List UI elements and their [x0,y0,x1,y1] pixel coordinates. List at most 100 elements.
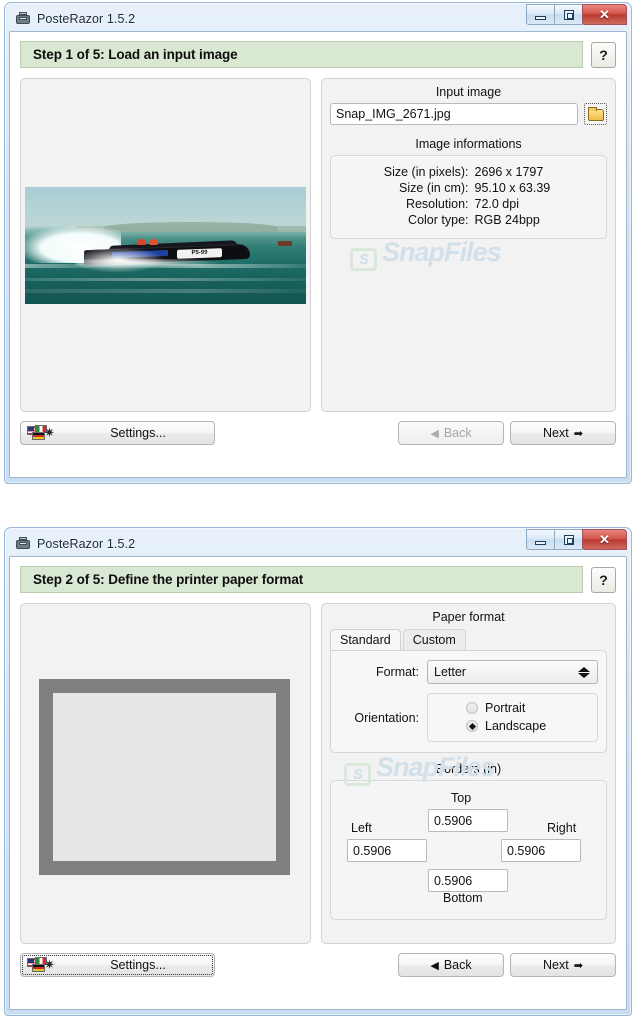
restore-icon [563,9,574,20]
chevron-updown-icon [578,666,590,678]
posterazor-window-step2: PosteRazor 1.5.2 ✕ Step 2 of 5: Define t… [4,527,632,1016]
restore-button[interactable] [554,4,583,25]
minimize-button[interactable] [526,4,555,25]
border-top-label: Top [451,791,472,805]
info-value: 72.0 dpi [474,197,519,211]
printer-icon [15,11,31,27]
info-row: Size (in pixels): 2696 x 1797 [331,164,606,180]
border-bottom-input[interactable]: 0.5906 [428,869,508,892]
close-button[interactable]: ✕ [582,4,627,25]
back-button[interactable]: ◀ Back [398,421,504,445]
window-controls-1: ✕ [526,4,627,25]
minimize-button[interactable] [526,529,555,550]
info-value: 2696 x 1797 [474,165,544,179]
step-title: Step 1 of 5: Load an input image [20,41,583,68]
footer-2: ✷ Settings... ◀ Back Next ➡ [10,944,626,987]
minimize-icon [535,540,546,545]
client-area-2: Step 2 of 5: Define the printer paper fo… [9,556,627,1010]
watermark-text: SnapFiles [382,237,502,267]
next-button[interactable]: Next ➡ [510,953,616,977]
borders-box: Top 0.5906 Left 0.5906 Right 0.5906 0.59… [330,780,607,920]
tab-standard[interactable]: Standard [330,629,401,650]
printer-icon [15,536,31,552]
format-row: Format: Letter [339,660,598,684]
close-icon: ✕ [599,532,610,547]
info-row: Size (in cm): 95.10 x 63.39 [331,180,606,196]
settings-button-label: Settings... [110,426,166,440]
info-row: Color type: RGB 24bpp [331,212,606,228]
filename-input[interactable]: Snap_IMG_2671.jpg [330,103,578,125]
paper-printable-area [53,693,276,861]
arrow-left-icon: ◀ [430,959,439,972]
input-image-row: Snap_IMG_2671.jpg [322,103,615,125]
restore-icon [563,534,574,545]
help-button[interactable]: ? [591,41,616,68]
back-button-label: Back [443,426,472,440]
info-value: RGB 24bpp [474,213,540,227]
next-button-label: Next [543,426,569,440]
radio-landscape[interactable]: Landscape [428,717,597,735]
back-button[interactable]: ◀ Back [398,953,504,977]
border-left-input[interactable]: 0.5906 [347,839,427,862]
info-key: Resolution: [405,197,469,211]
snapfiles-logo-icon: S [350,248,377,271]
language-flags-icon: ✷ [27,425,57,441]
info-key: Size (in pixels): [383,165,469,179]
title-bar-1[interactable]: PosteRazor 1.5.2 ✕ [9,4,627,31]
orientation-row: Orientation: Portrait Landscape [339,693,598,742]
paper-format-group-label: Paper format [432,610,505,624]
border-right-input[interactable]: 0.5906 [501,839,581,862]
border-bottom-label: Bottom [443,891,483,905]
close-button[interactable]: ✕ [582,529,627,550]
radio-landscape-label: Landscape [485,719,547,733]
next-button-label: Next [543,958,569,972]
paper-format-tabs: Standard Custom [322,628,615,650]
screen: PosteRazor 1.5.2 ✕ Step 1 of 5: Load an … [0,0,636,1019]
next-button[interactable]: Next ➡ [510,421,616,445]
close-icon: ✕ [599,7,610,22]
client-area-1: Step 1 of 5: Load an input image ? P5-99… [9,31,627,478]
image-preview-area: P5-99 [21,79,310,411]
step-header-row-1: Step 1 of 5: Load an input image ? [10,32,626,68]
snapfiles-watermark: S SnapFiles [350,237,502,271]
posterazor-window-step1: PosteRazor 1.5.2 ✕ Step 1 of 5: Load an … [4,2,632,484]
image-preview-panel: P5-99 [20,78,311,412]
paper-preview-panel [20,603,311,944]
paper-format-tab-body: Format: Letter Orientation: Portrait Lan… [330,650,607,753]
info-value: 95.10 x 63.39 [474,181,551,195]
language-flags-icon: ✷ [27,957,57,973]
format-label: Format: [375,665,419,679]
settings-button[interactable]: ✷ Settings... [20,421,215,445]
orientation-label: Orientation: [354,710,419,725]
info-key: Size (in cm): [399,181,469,195]
info-key: Color type: [408,213,469,227]
minimize-icon [535,15,546,20]
tab-custom[interactable]: Custom [402,629,466,650]
radio-selected-icon [466,720,478,732]
radio-portrait[interactable]: Portrait [428,699,597,717]
content-panels-2: Paper format Standard Custom Format: Let… [10,593,626,944]
boat-photo: P5-99 [25,186,306,304]
format-select[interactable]: Letter [427,660,598,684]
title-bar-2[interactable]: PosteRazor 1.5.2 ✕ [9,529,627,556]
content-panels-1: P5-99 Input image Snap_IMG_2671.jpg Imag… [10,68,626,412]
settings-button-label: Settings... [110,958,166,972]
radio-icon [466,702,478,714]
border-right-label: Right [547,821,577,835]
settings-button[interactable]: ✷ Settings... [20,953,215,977]
step-header-row-2: Step 2 of 5: Define the printer paper fo… [10,557,626,593]
help-button[interactable]: ? [591,566,616,593]
format-select-value: Letter [434,665,466,679]
paper-sheet-preview [39,679,290,875]
image-information-box: Size (in pixels): 2696 x 1797 Size (in c… [330,155,607,239]
image-settings-panel: Input image Snap_IMG_2671.jpg Image info… [321,78,616,412]
border-top-input[interactable]: 0.5906 [428,809,508,832]
info-row: Resolution: 72.0 dpi [331,196,606,212]
folder-open-icon[interactable] [584,103,607,125]
paper-settings-panel: Paper format Standard Custom Format: Let… [321,603,616,944]
image-information-group-label: Image informations [415,137,522,151]
arrow-right-icon: ➡ [573,427,583,440]
restore-button[interactable] [554,529,583,550]
orientation-radio-group: Portrait Landscape [427,693,598,742]
radio-portrait-label: Portrait [485,701,526,715]
